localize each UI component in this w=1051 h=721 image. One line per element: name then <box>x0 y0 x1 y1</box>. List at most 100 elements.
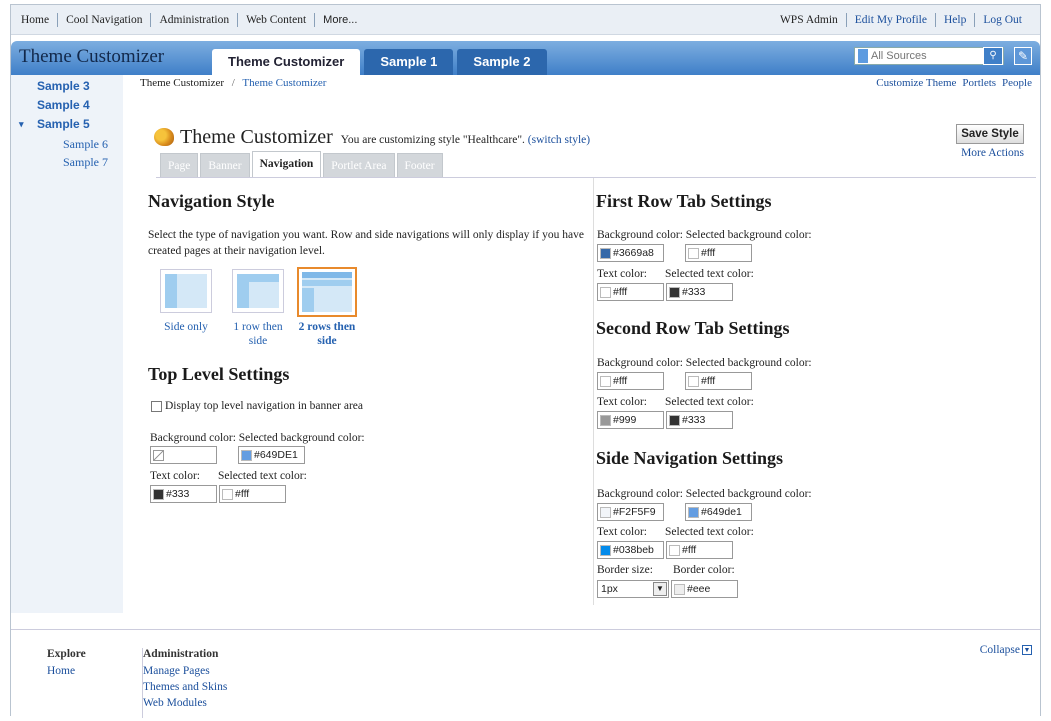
search-icon[interactable]: ⚲ <box>983 47 1003 65</box>
sidebar-item-sample-4[interactable]: Sample 4 <box>37 98 90 112</box>
layout-2-rows-preview <box>302 272 352 312</box>
color-swatch <box>600 247 611 259</box>
footer: Explore Home Administration Manage Pages… <box>11 629 1040 718</box>
footer-web-modules-link[interactable]: Web Modules <box>143 695 227 711</box>
breadcrumb-current[interactable]: Theme Customizer <box>242 77 326 89</box>
second-row-selected-text-color-field[interactable]: #333 <box>666 411 733 429</box>
label-2-rows-side[interactable]: side <box>291 335 363 348</box>
second-row-selected-bg-color-field[interactable]: #fff <box>685 372 752 390</box>
second-row-bg-color-value: #fff <box>613 375 628 387</box>
label-side-only[interactable]: Side only <box>159 321 213 334</box>
color-swatch <box>153 488 164 500</box>
tab-sample-1[interactable]: Sample 1 <box>364 49 454 75</box>
side-navigation: Sample 3 Sample 4 ▾ Sample 5 Sample 6 Sa… <box>11 75 123 613</box>
banner-nav-checkbox[interactable] <box>151 400 162 412</box>
tab-theme-customizer[interactable]: Theme Customizer <box>212 49 361 75</box>
navigation-style-text-line-1: Select the type of navigation you want. … <box>148 229 584 241</box>
second-row-bg-color-field[interactable]: #fff <box>597 372 664 390</box>
first-row-selected-bg-color-field[interactable]: #fff <box>685 244 752 262</box>
util-more-link[interactable]: More... <box>314 13 365 27</box>
label-2-rows-then[interactable]: 2 rows then <box>291 321 363 334</box>
layout-2-rows-then-side[interactable] <box>297 267 357 317</box>
side-nav-text-color-field[interactable]: #038beb <box>597 541 664 559</box>
sidebar-item-sample-3[interactable]: Sample 3 <box>37 79 90 93</box>
color-swatch <box>688 247 699 259</box>
second-row-text-color-field[interactable]: #999 <box>597 411 664 429</box>
footer-home-link[interactable]: Home <box>47 663 86 679</box>
layout-side-only[interactable] <box>160 269 212 313</box>
color-swatch <box>600 375 611 387</box>
tab-page[interactable]: Page <box>160 153 199 177</box>
top-text-color-field[interactable]: #333 <box>150 485 217 503</box>
side-nav-text-color-value: #038beb <box>613 544 654 556</box>
tab-portlet-area[interactable]: Portlet Area <box>323 153 395 177</box>
edit-profile-link[interactable]: Edit My Profile <box>845 13 935 27</box>
tab-footer[interactable]: Footer <box>396 153 443 177</box>
help-link[interactable]: Help <box>934 13 974 27</box>
color-swatch <box>674 583 685 595</box>
people-link[interactable]: People <box>1002 77 1032 89</box>
collapse-footer-button[interactable]: Collapse ▼ <box>980 644 1032 656</box>
layout-1-row-then-side[interactable] <box>232 269 284 313</box>
color-swatch <box>669 414 680 426</box>
save-style-button[interactable]: Save Style <box>956 124 1024 144</box>
side-nav-bg-labels: Background color: Selected background co… <box>597 488 812 500</box>
collapse-icon: ▼ <box>1022 645 1032 655</box>
edit-pencil-icon[interactable]: ✎ <box>1014 47 1032 65</box>
customize-theme-link[interactable]: Customize Theme <box>876 77 956 89</box>
top-text-color-label: Text color: <box>150 470 200 482</box>
util-administration-link[interactable]: Administration <box>150 13 237 27</box>
side-nav-selected-text-color-value: #fff <box>682 544 697 556</box>
palette-icon <box>154 128 174 146</box>
top-selected-bg-color-value: #649DE1 <box>254 449 298 461</box>
footer-themes-skins-link[interactable]: Themes and Skins <box>143 679 227 695</box>
first-row-heading: First Row Tab Settings <box>596 191 772 211</box>
sidebar-item-sample-7[interactable]: Sample 7 <box>63 155 108 170</box>
row-2-panel <box>302 280 352 286</box>
top-selected-text-color-field[interactable]: #fff <box>219 485 286 503</box>
search-scope-icon[interactable] <box>858 49 868 63</box>
tab-sample-2[interactable]: Sample 2 <box>457 49 547 75</box>
utility-bar: Home Cool Navigation Administration Web … <box>11 5 1040 35</box>
first-row-text-color-label: Text color: <box>597 268 647 280</box>
color-swatch <box>600 414 611 426</box>
sidebar-item-sample-5[interactable]: Sample 5 <box>37 117 90 131</box>
style-description: You are customizing style "Healthcare". <box>340 134 525 146</box>
label-1-row-then[interactable]: 1 row then <box>223 321 293 334</box>
first-row-selected-text-color-field[interactable]: #333 <box>666 283 733 301</box>
dropdown-arrow-icon[interactable]: ▼ <box>653 582 667 596</box>
expand-arrow-icon[interactable]: ▾ <box>19 117 24 131</box>
border-size-select[interactable]: 1px ▼ <box>597 580 669 598</box>
top-selected-bg-color-field[interactable]: #649DE1 <box>238 446 305 464</box>
first-row-bg-color-field[interactable]: #3669a8 <box>597 244 664 262</box>
first-row-text-color-field[interactable]: #fff <box>597 283 664 301</box>
column-divider <box>593 178 594 605</box>
sidebar-item-sample-6[interactable]: Sample 6 <box>63 137 108 152</box>
color-swatch <box>600 544 611 556</box>
more-actions-link[interactable]: More Actions <box>961 147 1024 159</box>
logout-link[interactable]: Log Out <box>974 13 1030 27</box>
collapse-label: Collapse <box>979 644 1020 656</box>
tab-banner[interactable]: Banner <box>200 153 250 177</box>
row-panel <box>237 274 279 282</box>
color-swatch <box>669 286 680 298</box>
tab-navigation[interactable]: Navigation <box>251 151 322 177</box>
footer-manage-pages-link[interactable]: Manage Pages <box>143 663 227 679</box>
first-row-selected-bg-color-value: #fff <box>701 247 716 259</box>
util-cool-navigation-link[interactable]: Cool Navigation <box>57 13 150 27</box>
border-color-field[interactable]: #eee <box>671 580 738 598</box>
util-home-link[interactable]: Home <box>21 13 57 27</box>
portlets-link[interactable]: Portlets <box>962 77 996 89</box>
util-web-content-link[interactable]: Web Content <box>237 13 314 27</box>
side-nav-selected-bg-color-field[interactable]: #649de1 <box>685 503 752 521</box>
switch-style-link[interactable]: (switch style) <box>528 134 590 146</box>
navigation-style-heading: Navigation Style <box>148 191 275 211</box>
search-input[interactable] <box>871 50 981 62</box>
side-nav-selected-text-color-field[interactable]: #fff <box>666 541 733 559</box>
label-1-row-side[interactable]: side <box>223 335 293 348</box>
side-nav-bg-color-field[interactable]: #F2F5F9 <box>597 503 664 521</box>
side-panel <box>302 288 314 312</box>
breadcrumb-root[interactable]: Theme Customizer <box>140 77 224 89</box>
side-nav-selected-text-color-label: Selected text color: <box>665 526 754 538</box>
top-bg-color-field[interactable] <box>150 446 217 464</box>
